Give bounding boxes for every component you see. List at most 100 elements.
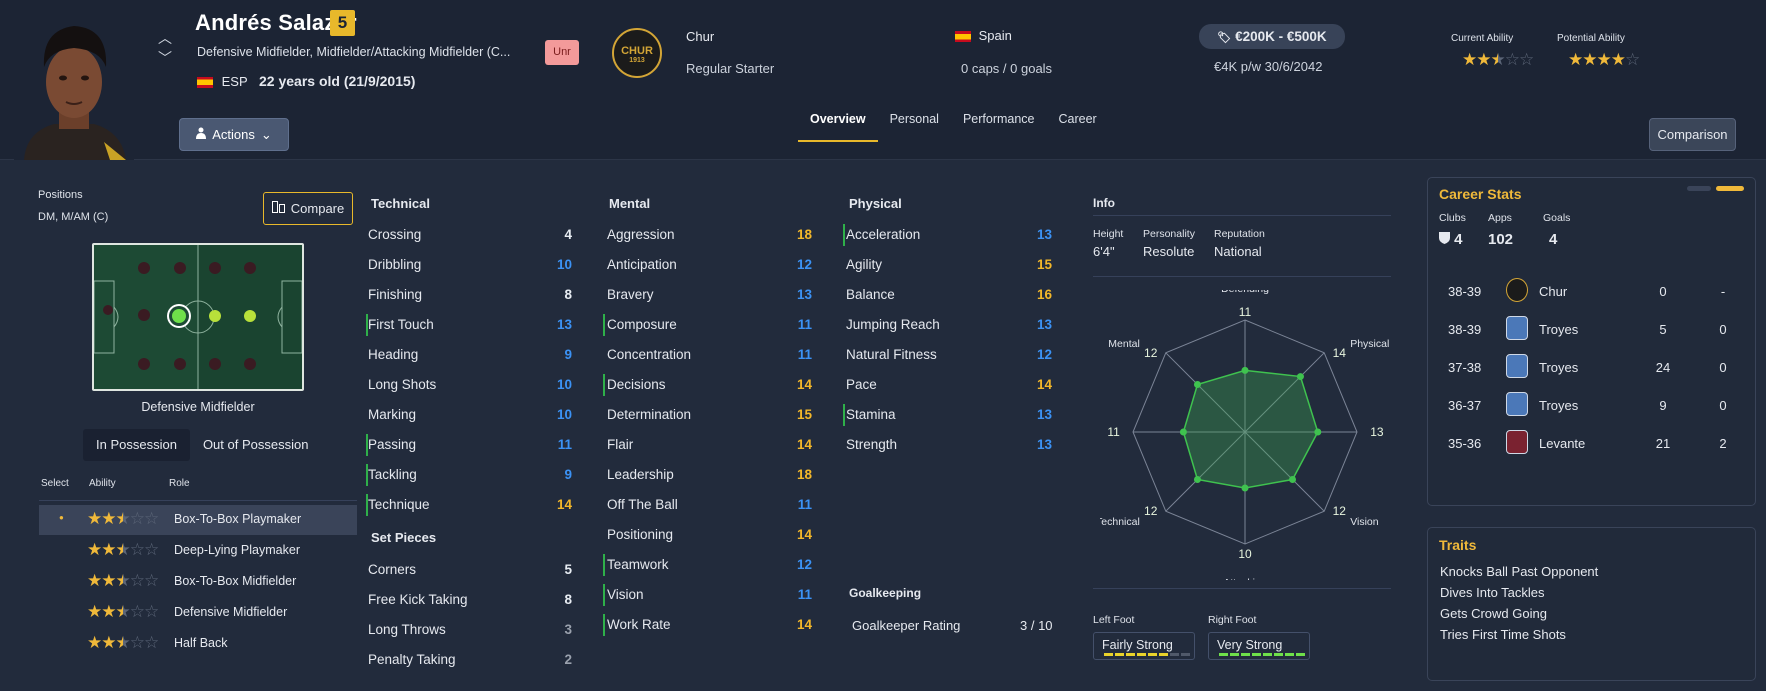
career-row[interactable]: 35-36 Levante 21 2 — [1448, 430, 1748, 462]
attribute-row[interactable]: Long Shots 10 — [368, 377, 577, 397]
star-full-icon: ★ — [1476, 50, 1491, 69]
attribute-row[interactable]: Heading 9 — [368, 347, 577, 367]
attribute-highlight-bar — [366, 464, 368, 486]
pitch-position-dot[interactable] — [174, 262, 186, 274]
next-player-icon[interactable]: ﹀ — [158, 48, 172, 68]
attribute-row[interactable]: Agility 15 — [846, 257, 1057, 277]
attribute-name: Dribbling — [368, 257, 422, 272]
career-row[interactable]: 38-39 Troyes 5 0 — [1448, 316, 1748, 348]
attribute-row[interactable]: Off The Ball 11 — [607, 497, 817, 517]
pitch-position-dot[interactable] — [138, 262, 150, 274]
attribute-row[interactable]: Corners 5 — [368, 562, 577, 582]
pitch-position-dot-natural[interactable] — [209, 310, 221, 322]
pitch-position-dot[interactable] — [138, 309, 150, 321]
attribute-row[interactable]: Aggression 18 — [607, 227, 817, 247]
attribute-row[interactable]: Strength 13 — [846, 437, 1057, 457]
pitch-position-dot[interactable] — [244, 358, 256, 370]
career-club-name[interactable]: Levante — [1539, 436, 1585, 451]
pitch-position-dot[interactable] — [103, 305, 113, 315]
attribute-row[interactable]: Balance 16 — [846, 287, 1057, 307]
actions-button[interactable]: Actions ⌄ — [179, 118, 289, 151]
pitch-position-dot-selected[interactable] — [172, 309, 186, 323]
right-foot-label: Right Foot — [1208, 614, 1257, 626]
apps-label: Apps — [1488, 212, 1512, 224]
position-pitch[interactable] — [92, 243, 304, 391]
attribute-row[interactable]: Free Kick Taking 8 — [368, 592, 577, 612]
attribute-row[interactable]: Work Rate 14 — [603, 614, 817, 637]
attribute-name: Marking — [368, 407, 417, 422]
star-empty-icon: ☆ — [144, 540, 159, 559]
career-club-name[interactable]: Chur — [1539, 284, 1567, 299]
tab-personal[interactable]: Personal — [878, 112, 951, 142]
player-photo — [14, 12, 134, 160]
club-logo[interactable]: CHUR 1913 — [612, 28, 662, 78]
role-row[interactable]: ★★★☆☆ Defensive Midfielder — [39, 598, 357, 628]
attribute-row[interactable]: Concentration 11 — [607, 347, 817, 367]
attribute-row[interactable]: Anticipation 12 — [607, 257, 817, 277]
attribute-row[interactable]: Decisions 14 — [603, 374, 817, 397]
career-club-name[interactable]: Troyes — [1539, 398, 1578, 413]
attribute-row[interactable]: Marking 10 — [368, 407, 577, 427]
pitch-position-dot[interactable] — [138, 358, 150, 370]
pitch-position-dot-natural[interactable] — [244, 310, 256, 322]
attribute-row[interactable]: First Touch 13 — [366, 314, 577, 337]
attribute-row[interactable]: Technique 14 — [366, 494, 577, 517]
attribute-value: 11 — [557, 437, 572, 452]
tab-overview[interactable]: Overview — [798, 112, 878, 142]
pitch-position-dot[interactable] — [174, 358, 186, 370]
foot-meter-segment — [1126, 653, 1135, 656]
career-row[interactable]: 37-38 Troyes 24 0 — [1448, 354, 1748, 386]
attribute-row[interactable]: Bravery 13 — [607, 287, 817, 307]
attribute-row[interactable]: Vision 11 — [603, 584, 817, 607]
attribute-row[interactable]: Flair 14 — [607, 437, 817, 457]
attribute-row[interactable]: Stamina 13 — [843, 404, 1057, 427]
career-row[interactable]: 36-37 Troyes 9 0 — [1448, 392, 1748, 424]
attribute-value: 5 — [564, 562, 572, 577]
attribute-row[interactable]: Leadership 18 — [607, 467, 817, 487]
international-country[interactable]: Spain — [955, 28, 1012, 43]
career-club-name[interactable]: Troyes — [1539, 322, 1578, 337]
attribute-row[interactable]: Long Throws 3 — [368, 622, 577, 642]
attribute-row[interactable]: Penalty Taking 2 — [368, 652, 577, 672]
panel-page-indicator[interactable] — [1687, 186, 1711, 191]
attribute-row[interactable]: Passing 11 — [366, 434, 577, 457]
attribute-row[interactable]: Dribbling 10 — [368, 257, 577, 277]
attribute-row[interactable]: Composure 11 — [603, 314, 817, 337]
attribute-value: 9 — [564, 467, 572, 482]
tab-performance[interactable]: Performance — [951, 112, 1047, 142]
panel-page-indicator-active[interactable] — [1716, 186, 1744, 191]
role-row[interactable]: ★★★☆☆ Half Back — [39, 629, 357, 659]
pitch-position-dot[interactable] — [209, 358, 221, 370]
attribute-row[interactable]: Finishing 8 — [368, 287, 577, 307]
career-goals: 2 — [1719, 436, 1727, 451]
attribute-row[interactable]: Tackling 9 — [366, 464, 577, 487]
attribute-row[interactable]: Determination 15 — [607, 407, 817, 427]
pitch-position-dot[interactable] — [209, 262, 221, 274]
career-club-name[interactable]: Troyes — [1539, 360, 1578, 375]
attribute-row[interactable]: Acceleration 13 — [843, 224, 1057, 247]
club-name[interactable]: Chur — [686, 29, 714, 44]
attribute-value: 14 — [1036, 377, 1052, 392]
potential-ability-stars: ★★★★☆ — [1568, 50, 1640, 70]
tab-in-possession[interactable]: In Possession — [83, 429, 190, 461]
reputation-label: Reputation — [1214, 228, 1265, 240]
role-row[interactable]: ● ★★★☆☆ Box-To-Box Playmaker — [39, 505, 357, 535]
attribute-row[interactable]: Jumping Reach 13 — [846, 317, 1057, 337]
tab-career[interactable]: Career — [1047, 112, 1109, 142]
goals-label: Goals — [1543, 212, 1571, 224]
previous-player-icon[interactable]: ︿ — [158, 28, 172, 48]
pitch-position-dot[interactable] — [244, 262, 256, 274]
right-foot-value: Very Strong — [1217, 638, 1283, 652]
compare-button[interactable]: Compare — [263, 192, 353, 225]
attribute-row[interactable]: Natural Fitness 12 — [846, 347, 1057, 367]
role-row[interactable]: ★★★☆☆ Box-To-Box Midfielder — [39, 567, 357, 597]
role-row[interactable]: ★★★☆☆ Deep-Lying Playmaker — [39, 536, 357, 566]
attribute-radar-chart: Defending11Physical14Speed13Vision12Atta… — [1100, 290, 1389, 580]
attribute-row[interactable]: Crossing 4 — [368, 227, 577, 247]
attribute-row[interactable]: Positioning 14 — [607, 527, 817, 547]
career-row[interactable]: 38-39 Chur 0 - — [1448, 278, 1748, 310]
comparison-button[interactable]: Comparison — [1649, 118, 1736, 151]
attribute-row[interactable]: Teamwork 12 — [603, 554, 817, 577]
attribute-row[interactable]: Pace 14 — [846, 377, 1057, 397]
tab-out-of-possession[interactable]: Out of Possession — [190, 429, 322, 461]
